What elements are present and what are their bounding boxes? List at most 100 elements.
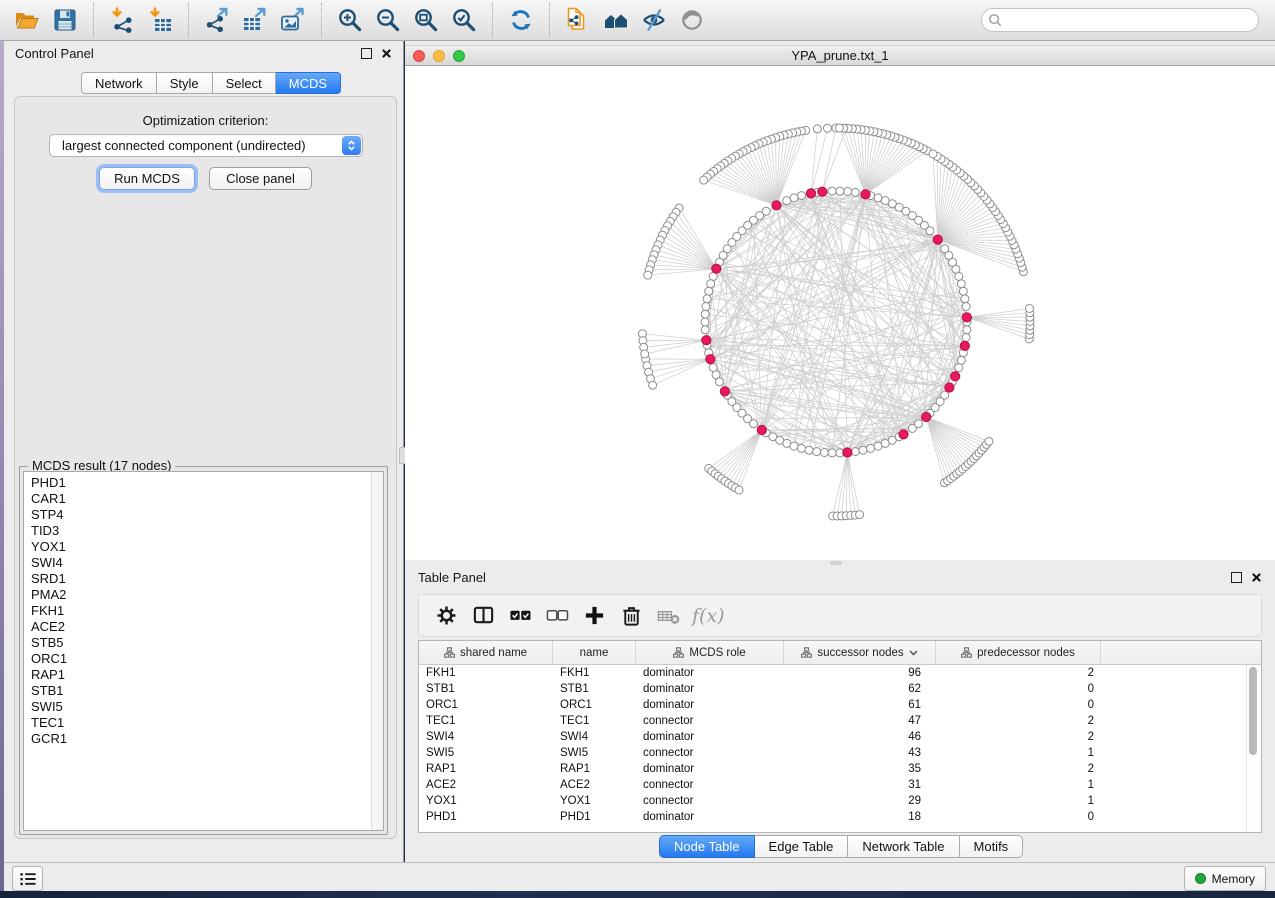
right-column: YPA_prune.txt_1 Table Panel f(x): [405, 41, 1275, 862]
mcds-result-item[interactable]: SWI4: [31, 555, 383, 571]
search-input[interactable]: [1007, 12, 1252, 28]
run-mcds-button[interactable]: Run MCDS: [99, 167, 195, 190]
mcds-result-item[interactable]: YOX1: [31, 539, 383, 555]
network-graph[interactable]: [405, 66, 1275, 560]
mcds-result-item[interactable]: ORC1: [31, 651, 383, 667]
mcds-result-item[interactable]: STB5: [31, 635, 383, 651]
zoom-in-icon[interactable]: [334, 5, 366, 35]
column-header-mcds-role[interactable]: MCDS role: [636, 641, 784, 664]
export-image-icon[interactable]: [277, 5, 309, 35]
mcds-result-item[interactable]: STP4: [31, 507, 383, 523]
table-row[interactable]: SWI4SWI4dominator462: [419, 729, 1261, 745]
mcds-result-item[interactable]: CAR1: [31, 491, 383, 507]
table-cell: RAP1: [419, 763, 553, 775]
mcds-result-item[interactable]: TID3: [31, 523, 383, 539]
close-panel-icon[interactable]: [381, 48, 392, 59]
close-table-panel-icon[interactable]: [1251, 572, 1262, 583]
add-row-icon[interactable]: [577, 600, 611, 632]
memory-button[interactable]: Memory: [1184, 866, 1266, 891]
table-scrollbar[interactable]: [1246, 665, 1260, 831]
function-builder-icon[interactable]: f(x): [692, 605, 725, 627]
toggle-graphics-details-icon[interactable]: [638, 5, 670, 35]
table-scrollbar-thumb[interactable]: [1249, 667, 1257, 755]
table-cell: dominator: [636, 763, 784, 775]
tab-edge-table[interactable]: Edge Table: [755, 835, 849, 858]
delete-table-icon[interactable]: [651, 600, 685, 632]
tab-network-table[interactable]: Network Table: [848, 835, 959, 858]
show-log-console-button[interactable]: [12, 866, 43, 891]
optimization-criterion-select[interactable]: largest connected component (undirected): [49, 134, 363, 157]
close-panel-button[interactable]: Close panel: [209, 167, 312, 190]
table-cell: SWI5: [419, 747, 553, 759]
delete-rows-icon[interactable]: [614, 600, 648, 632]
node-table: shared name name MCDS role successor nod…: [418, 640, 1262, 833]
table-row[interactable]: STB1STB1dominator620: [419, 681, 1261, 697]
mcds-tab-content: Optimization criterion: largest connecte…: [14, 96, 397, 839]
mcds-result-item[interactable]: SRD1: [31, 571, 383, 587]
column-header-shared-name[interactable]: shared name: [419, 641, 553, 664]
table-cell: YOX1: [419, 795, 553, 807]
network-from-document-icon[interactable]: [562, 5, 594, 35]
table-row[interactable]: SWI5SWI5connector431: [419, 745, 1261, 761]
table-row[interactable]: ACE2ACE2connector311: [419, 777, 1261, 793]
search-field[interactable]: [981, 8, 1259, 32]
toolbar-separator: [93, 3, 94, 37]
mcds-result-item[interactable]: RAP1: [31, 667, 383, 683]
column-header-name[interactable]: name: [553, 641, 636, 664]
table-cell: FKH1: [419, 667, 553, 679]
zoom-selected-icon[interactable]: [448, 5, 480, 35]
mcds-result-list[interactable]: PHD1CAR1STP4TID3YOX1SWI4SRD1PMA2FKH1ACE2…: [23, 471, 384, 831]
mcds-result-item[interactable]: GCR1: [31, 731, 383, 747]
show-columns-icon[interactable]: [466, 600, 500, 632]
table-cell: ORC1: [419, 699, 553, 711]
toolbar-separator: [321, 3, 322, 37]
float-panel-icon[interactable]: [361, 48, 372, 59]
save-session-icon[interactable]: [49, 5, 81, 35]
mcds-result-item[interactable]: PHD1: [31, 475, 383, 491]
table-options-gear-icon[interactable]: [429, 600, 463, 632]
column-label: shared name: [460, 647, 527, 659]
table-row[interactable]: PHD1PHD1dominator180: [419, 809, 1261, 825]
export-table-icon[interactable]: [239, 5, 271, 35]
tab-motifs[interactable]: Motifs: [960, 835, 1024, 858]
table-row[interactable]: RAP1RAP1dominator352: [419, 761, 1261, 777]
mcds-result-item[interactable]: STB1: [31, 683, 383, 699]
mcds-result-item[interactable]: FKH1: [31, 603, 383, 619]
table-cell: RAP1: [553, 763, 636, 775]
column-header-successor-nodes[interactable]: successor nodes: [784, 641, 936, 664]
import-table-icon[interactable]: [144, 5, 176, 35]
home-icon[interactable]: [600, 5, 632, 35]
float-table-panel-icon[interactable]: [1231, 572, 1242, 583]
table-cell: 31: [784, 779, 936, 791]
birds-eye-view-icon[interactable]: [676, 5, 708, 35]
table-cell: ORC1: [553, 699, 636, 711]
zoom-out-icon[interactable]: [372, 5, 404, 35]
apply-layout-icon[interactable]: [505, 5, 537, 35]
table-panel-titlebar: Table Panel: [405, 565, 1275, 589]
tab-node-table[interactable]: Node Table: [659, 835, 755, 858]
table-row[interactable]: TEC1TEC1connector472: [419, 713, 1261, 729]
network-canvas[interactable]: [405, 66, 1275, 560]
mcds-list-scrollbar[interactable]: [371, 472, 383, 830]
zoom-fit-icon[interactable]: [410, 5, 442, 35]
table-cell: 96: [784, 667, 936, 679]
column-header-predecessor-nodes[interactable]: predecessor nodes: [936, 641, 1101, 664]
deselect-all-icon[interactable]: [540, 600, 574, 632]
export-network-icon[interactable]: [201, 5, 233, 35]
open-file-icon[interactable]: [11, 5, 43, 35]
mcds-result-item[interactable]: ACE2: [31, 619, 383, 635]
mcds-result-item[interactable]: SWI5: [31, 699, 383, 715]
table-row[interactable]: YOX1YOX1connector291: [419, 793, 1261, 809]
tab-mcds[interactable]: MCDS: [276, 72, 341, 94]
table-row[interactable]: FKH1FKH1dominator962: [419, 665, 1261, 681]
table-cell: connector: [636, 779, 784, 791]
tab-select[interactable]: Select: [213, 72, 276, 94]
import-network-icon[interactable]: [106, 5, 138, 35]
mcds-result-item[interactable]: TEC1: [31, 715, 383, 731]
tab-style[interactable]: Style: [157, 72, 213, 94]
table-row[interactable]: ORC1ORC1dominator610: [419, 697, 1261, 713]
mcds-result-item[interactable]: PMA2: [31, 587, 383, 603]
tab-network[interactable]: Network: [81, 72, 157, 94]
table-header-row: shared name name MCDS role successor nod…: [419, 641, 1261, 665]
select-all-icon[interactable]: [503, 600, 537, 632]
